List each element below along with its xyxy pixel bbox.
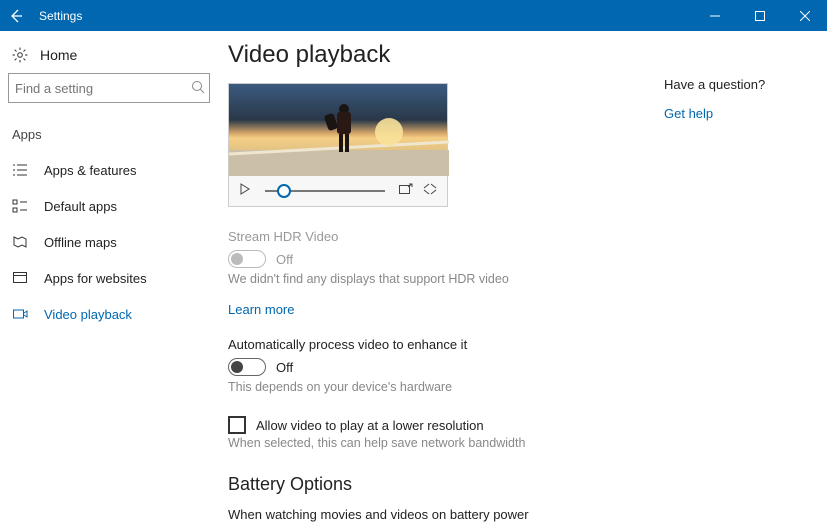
sidebar-item-label: Default apps bbox=[44, 199, 117, 214]
hdr-toggle: Off bbox=[228, 250, 660, 268]
auto-process-toggle[interactable]: Off bbox=[228, 358, 660, 376]
app-name: Settings bbox=[31, 9, 82, 23]
popout-icon[interactable] bbox=[399, 183, 413, 198]
get-help-link[interactable]: Get help bbox=[664, 106, 713, 121]
auto-process-helper: This depends on your device's hardware bbox=[228, 380, 660, 394]
help-panel: Have a question? Get help bbox=[660, 41, 765, 523]
map-icon bbox=[12, 234, 28, 250]
toggle-knob bbox=[231, 361, 243, 373]
hdr-value: Off bbox=[276, 252, 293, 267]
sidebar-item-apps-features[interactable]: Apps & features bbox=[8, 152, 210, 188]
titlebar: Settings bbox=[0, 0, 827, 31]
auto-process-value: Off bbox=[276, 360, 293, 375]
video-thumbnail bbox=[229, 84, 447, 174]
sidebar-item-apps-for-websites[interactable]: Apps for websites bbox=[8, 260, 210, 296]
checkbox-label: Allow video to play at a lower resolutio… bbox=[256, 418, 484, 433]
close-button[interactable] bbox=[782, 0, 827, 31]
category-header: Apps bbox=[8, 123, 210, 146]
sidebar-item-label: Apps for websites bbox=[44, 271, 147, 286]
toggle-track bbox=[228, 250, 266, 268]
video-icon bbox=[12, 306, 28, 322]
hdr-helper: We didn't find any displays that support… bbox=[228, 272, 660, 286]
back-button[interactable] bbox=[0, 0, 31, 31]
sidebar-item-offline-maps[interactable]: Offline maps bbox=[8, 224, 210, 260]
video-preview bbox=[228, 83, 448, 207]
play-icon[interactable] bbox=[239, 183, 251, 198]
search-icon bbox=[191, 80, 205, 97]
checkbox-helper: When selected, this can help save networ… bbox=[228, 436, 660, 450]
sidebar-item-label: Video playback bbox=[44, 307, 132, 322]
video-seekbar[interactable] bbox=[265, 190, 385, 192]
gear-icon bbox=[12, 47, 28, 63]
battery-heading: Battery Options bbox=[228, 474, 660, 495]
auto-process-label: Automatically process video to enhance i… bbox=[228, 337, 660, 352]
home-label: Home bbox=[40, 47, 77, 63]
checkbox-box[interactable] bbox=[228, 416, 246, 434]
home-button[interactable]: Home bbox=[8, 43, 210, 73]
sidebar-item-label: Offline maps bbox=[44, 235, 117, 250]
search-input[interactable] bbox=[15, 81, 191, 96]
toggle-track[interactable] bbox=[228, 358, 266, 376]
sidebar-item-default-apps[interactable]: Default apps bbox=[8, 188, 210, 224]
maximize-button[interactable] bbox=[737, 0, 782, 31]
lower-resolution-checkbox[interactable]: Allow video to play at a lower resolutio… bbox=[228, 416, 660, 434]
minimize-button[interactable] bbox=[692, 0, 737, 31]
video-controls bbox=[229, 174, 447, 206]
sidebar: Home Apps Apps & features Default apps O… bbox=[0, 31, 218, 523]
defaults-icon bbox=[12, 198, 28, 214]
help-title: Have a question? bbox=[664, 77, 765, 92]
main-content: Video playback bbox=[218, 31, 827, 523]
list-icon bbox=[12, 162, 28, 178]
hdr-label: Stream HDR Video bbox=[228, 229, 660, 244]
battery-label: When watching movies and videos on batte… bbox=[228, 507, 660, 522]
fullscreen-icon[interactable] bbox=[423, 183, 437, 198]
sidebar-item-video-playback[interactable]: Video playback bbox=[8, 296, 210, 332]
video-seek-thumb[interactable] bbox=[277, 184, 291, 198]
window-controls bbox=[692, 0, 827, 31]
search-box[interactable] bbox=[8, 73, 210, 103]
page-title: Video playback bbox=[228, 41, 660, 69]
websites-icon bbox=[12, 270, 28, 286]
toggle-knob bbox=[231, 253, 243, 265]
learn-more-link[interactable]: Learn more bbox=[228, 302, 294, 317]
sidebar-item-label: Apps & features bbox=[44, 163, 137, 178]
